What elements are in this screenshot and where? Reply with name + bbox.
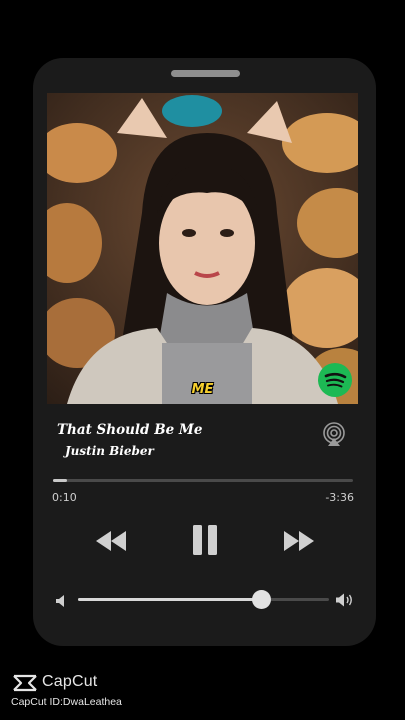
pause-icon (193, 525, 217, 555)
fast-forward-icon (284, 531, 314, 551)
pause-button[interactable] (191, 524, 219, 556)
album-art (47, 93, 358, 404)
fast-forward-button[interactable] (282, 529, 316, 553)
volume-high-icon (335, 592, 355, 608)
drag-handle[interactable] (171, 70, 240, 77)
volume-fill (78, 598, 262, 601)
rewind-button[interactable] (94, 529, 128, 553)
progress-bar[interactable] (53, 479, 353, 482)
capcut-id: CapCut ID:DwaLeathea (11, 696, 122, 708)
capcut-brand: CapCut (42, 673, 98, 690)
rewind-icon (96, 531, 126, 551)
remaining-time: -3:36 (325, 491, 354, 504)
volume-low-icon (55, 593, 67, 607)
spotify-icon[interactable] (318, 363, 352, 397)
track-title: That Should Be Me (57, 422, 203, 438)
track-artist[interactable]: Justin Bieber (65, 444, 154, 458)
progress-fill (53, 479, 67, 482)
volume-slider[interactable] (78, 598, 329, 601)
capcut-logo-icon (11, 673, 39, 693)
elapsed-time: 0:10 (52, 491, 77, 504)
volume-knob[interactable] (251, 590, 271, 609)
airplay-icon[interactable] (321, 421, 347, 447)
